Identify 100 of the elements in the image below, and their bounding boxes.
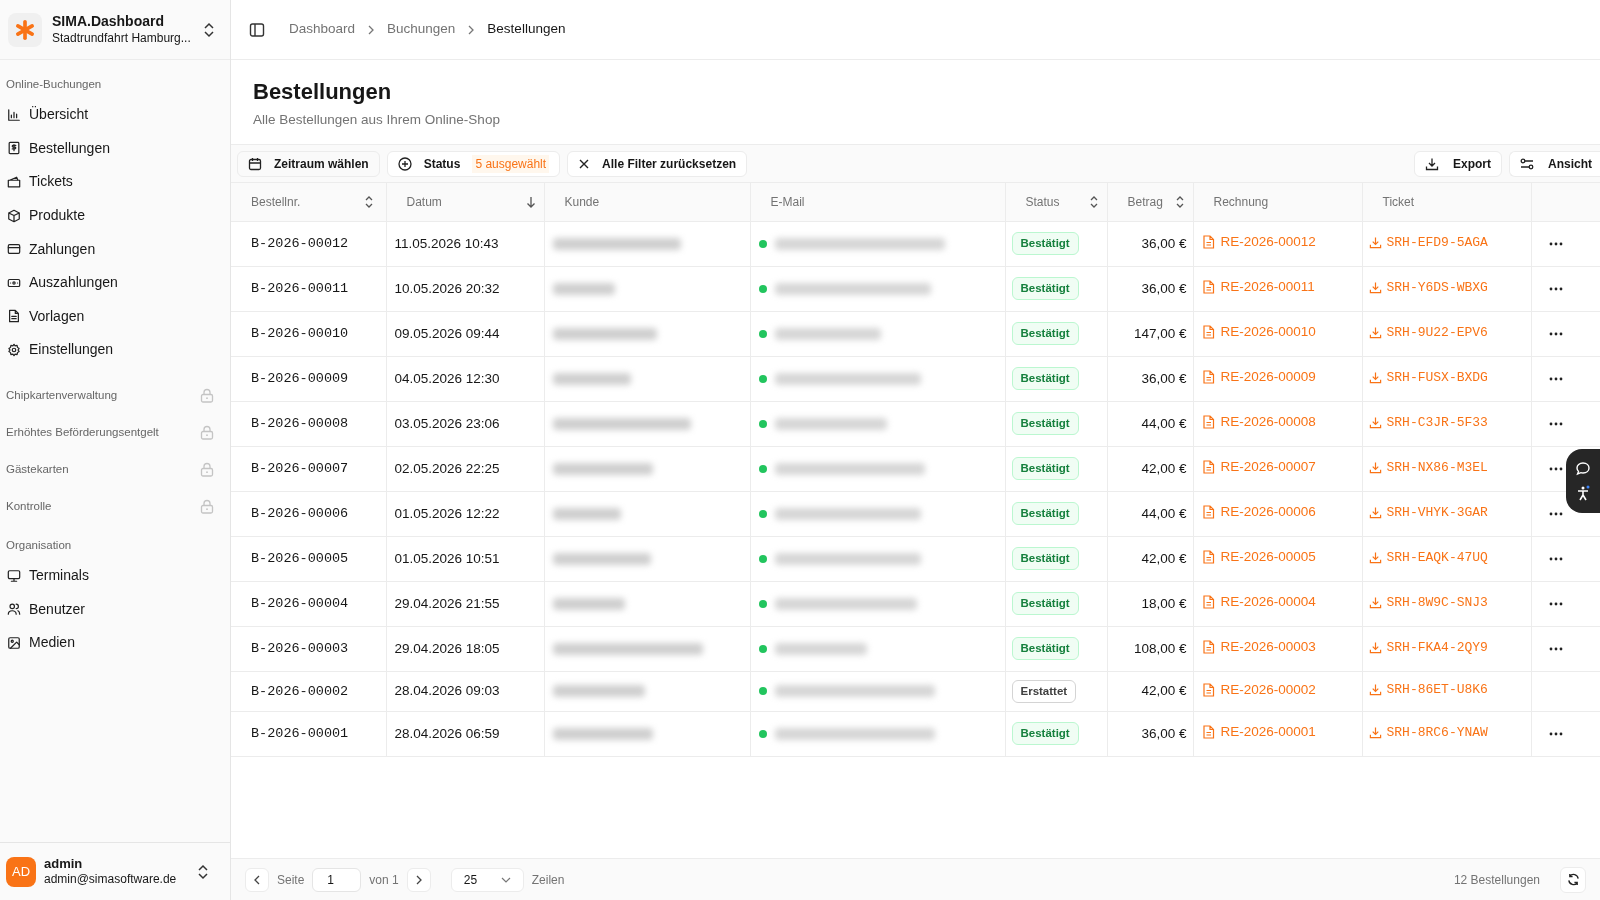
floating-help-widget[interactable]: [1566, 449, 1600, 513]
more-icon[interactable]: [1548, 556, 1563, 561]
order-number: B-2026-00002: [251, 683, 349, 699]
sidebar-item[interactable]: Tickets: [0, 165, 230, 199]
ticket-link[interactable]: SRH-FKA4-2QY9: [1368, 637, 1488, 657]
breadcrumb-link[interactable]: Bestellungen: [487, 19, 566, 40]
date-range-button[interactable]: Zeitraum wählen: [237, 150, 380, 177]
invoice-link[interactable]: RE-2026-00009: [1201, 367, 1316, 388]
chevrons-icon[interactable]: [202, 21, 216, 38]
more-icon[interactable]: [1548, 646, 1563, 651]
ticket-link[interactable]: SRH-C3JR-5F33: [1368, 412, 1488, 432]
chevron-right-icon: [414, 874, 423, 885]
ticket-link[interactable]: SRH-9U22-EPV6: [1368, 322, 1488, 342]
sidebar-item[interactable]: Einstellungen: [0, 333, 230, 367]
more-icon[interactable]: [1548, 331, 1563, 336]
accessibility-icon[interactable]: [1575, 485, 1591, 501]
order-date: 04.05.2026 12:30: [394, 370, 500, 386]
ticket-link[interactable]: SRH-Y6DS-WBXG: [1368, 277, 1488, 297]
sort-icon[interactable]: [1174, 195, 1185, 209]
amount: 42,00 €: [1141, 460, 1187, 476]
user-email: admin@simasoftware.de: [44, 872, 178, 887]
sidebar-item[interactable]: Auszahlungen: [0, 265, 230, 300]
amount: 108,00 €: [1133, 640, 1187, 656]
plus-circle-icon: [397, 156, 412, 171]
document-icon: [1201, 725, 1215, 740]
view-button[interactable]: Ansicht: [1509, 150, 1600, 177]
sidebar-item[interactable]: Vorlagen: [0, 299, 230, 334]
sidebar-item[interactable]: Bestellungen: [0, 131, 230, 166]
invoice-link[interactable]: RE-2026-00011: [1201, 277, 1315, 298]
document-icon: [1201, 505, 1215, 520]
order-date: 01.05.2026 12:22: [394, 505, 500, 521]
sidebar-item[interactable]: Produkte: [0, 198, 230, 233]
ticket-link[interactable]: SRH-86ET-U8K6: [1368, 680, 1488, 700]
order-date: 02.05.2026 22:25: [394, 460, 500, 476]
invoice-link[interactable]: RE-2026-00001: [1201, 722, 1316, 743]
refresh-button[interactable]: [1560, 866, 1586, 893]
more-icon[interactable]: [1548, 601, 1563, 606]
invoice-link[interactable]: RE-2026-00008: [1201, 412, 1316, 433]
more-icon[interactable]: [1548, 511, 1563, 516]
breadcrumb-link[interactable]: Buchungen: [387, 19, 456, 40]
more-icon[interactable]: [1548, 466, 1563, 471]
download-icon: [1368, 415, 1382, 429]
invoice-link[interactable]: RE-2026-00003: [1201, 637, 1316, 658]
amount: 42,00 €: [1141, 683, 1187, 699]
invoice-link[interactable]: RE-2026-00012: [1201, 232, 1316, 253]
amount: 36,00 €: [1141, 725, 1187, 741]
chat-bubble-icon[interactable]: [1575, 461, 1591, 477]
chevrons-icon[interactable]: [196, 863, 210, 880]
page-field[interactable]: 1: [312, 867, 362, 892]
calendar-icon: [248, 156, 262, 171]
rows-per-page-select[interactable]: 25: [450, 867, 524, 892]
sidebar-item[interactable]: Übersicht: [0, 98, 230, 132]
blurred-name: [552, 507, 621, 520]
ticket-link[interactable]: SRH-EAQK-47UQ: [1368, 547, 1488, 567]
more-icon[interactable]: [1548, 241, 1563, 246]
refresh-icon: [1566, 873, 1580, 886]
amount: 44,00 €: [1141, 415, 1187, 431]
sidebar-item[interactable]: Medien: [0, 625, 230, 660]
more-icon[interactable]: [1548, 376, 1563, 381]
sidebar-toggle-icon[interactable]: [249, 21, 265, 38]
sidebar-item[interactable]: Benutzer: [0, 592, 230, 626]
ticket-link[interactable]: SRH-8W9C-SNJ3: [1368, 592, 1488, 612]
status-filter-button[interactable]: Status 5 ausgewählt: [386, 150, 561, 177]
rows-label: Zeilen: [531, 871, 565, 889]
amount: 42,00 €: [1141, 550, 1187, 566]
more-icon[interactable]: [1548, 731, 1563, 736]
invoice-link[interactable]: RE-2026-00006: [1201, 502, 1316, 523]
order-number: B-2026-00004: [251, 596, 349, 612]
status-badge: Bestätigt: [1011, 412, 1079, 436]
chart-icon: [7, 107, 21, 122]
invoice-link[interactable]: RE-2026-00010: [1201, 322, 1316, 343]
order-date: 09.05.2026 09:44: [394, 325, 500, 341]
more-icon[interactable]: [1548, 286, 1563, 291]
sort-icon[interactable]: [363, 195, 374, 209]
sidebar-item[interactable]: Zahlungen: [0, 232, 230, 266]
ticket-link[interactable]: SRH-FUSX-BXDG: [1368, 367, 1488, 387]
sort-icon[interactable]: [1088, 195, 1099, 209]
export-button[interactable]: Export: [1413, 150, 1502, 177]
chevron-down-icon: [500, 876, 511, 883]
breadcrumb-link[interactable]: Dashboard: [289, 19, 356, 40]
ticket-link[interactable]: SRH-EFD9-5AGA: [1368, 232, 1488, 252]
invoice-link[interactable]: RE-2026-00002: [1201, 679, 1316, 700]
ticket-link[interactable]: SRH-8RC6-YNAW: [1368, 722, 1488, 742]
ticket-link[interactable]: SRH-NX86-M3EL: [1368, 457, 1488, 477]
invoice-link[interactable]: RE-2026-00004: [1201, 592, 1316, 613]
invoice-link[interactable]: RE-2026-00005: [1201, 547, 1316, 568]
order-number: B-2026-00005: [251, 551, 349, 567]
sidebar-item[interactable]: Terminals: [0, 558, 230, 593]
credit-card-icon: [7, 242, 21, 257]
chevron-right-icon: [467, 24, 476, 35]
arrow-down-icon[interactable]: [525, 195, 536, 209]
total-count: 12 Bestellungen: [1453, 871, 1540, 889]
invoice-link[interactable]: RE-2026-00007: [1201, 457, 1316, 478]
monitor-icon: [7, 568, 21, 583]
reset-filters-button[interactable]: Alle Filter zurücksetzen: [567, 150, 748, 177]
ticket-link[interactable]: SRH-VHYK-3GAR: [1368, 502, 1488, 522]
blurred-name: [552, 282, 615, 295]
download-icon: [1368, 280, 1382, 294]
more-icon[interactable]: [1548, 421, 1563, 426]
page-label: Seite: [277, 871, 305, 889]
